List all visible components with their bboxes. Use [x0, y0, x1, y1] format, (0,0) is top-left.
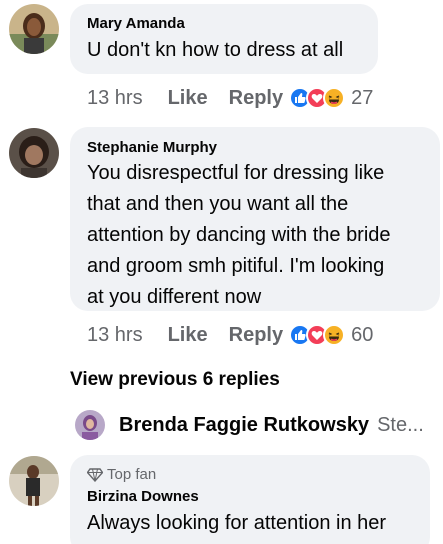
comment-actions: 13 hrs Like Reply 60 — [87, 323, 373, 347]
comment-text: Always looking for attention in her — [87, 512, 387, 534]
comment-timestamp[interactable]: 13 hrs — [87, 324, 143, 347]
reactions-summary[interactable] — [289, 87, 346, 109]
comment-text-line: that and then you want all the — [87, 193, 349, 215]
comment-author[interactable]: Mary Amanda — [87, 15, 185, 32]
comment-text-line: You disrespectful for dressing like — [87, 162, 385, 184]
top-fan-label: Top fan — [107, 466, 157, 483]
reaction-count[interactable]: 60 — [351, 324, 373, 347]
haha-icon — [323, 324, 346, 346]
like-button[interactable]: Like — [168, 324, 208, 347]
avatar-stephanie-murphy[interactable] — [9, 128, 59, 178]
comment-text-line: attention by dancing with the bride — [87, 224, 391, 246]
comment-author[interactable]: Birzina Downes — [87, 488, 199, 505]
comment-timestamp[interactable]: 13 hrs — [87, 87, 143, 110]
comment-text-line: and groom smh pitiful. I'm looking — [87, 255, 385, 277]
avatar-brenda-rutkowsky[interactable] — [75, 410, 105, 440]
comment-text-line: at you different now — [87, 286, 262, 308]
reaction-count[interactable]: 27 — [351, 87, 373, 110]
reply-button[interactable]: Reply — [229, 87, 283, 110]
reply-preview-text: Ste... — [377, 413, 424, 436]
avatar-mary-amanda[interactable] — [9, 4, 59, 54]
like-button[interactable]: Like — [168, 87, 208, 110]
reactions-summary[interactable] — [289, 324, 346, 346]
reply-preview[interactable]: Brenda Faggie Rutkowsky Ste... — [75, 409, 424, 441]
comment-text: You disrespectful for dressing like that… — [87, 158, 391, 313]
comment-author[interactable]: Stephanie Murphy — [87, 139, 217, 156]
diamond-icon — [87, 467, 103, 482]
reply-author[interactable]: Brenda Faggie Rutkowsky — [119, 414, 369, 437]
comment-text: U don't kn how to dress at all — [87, 39, 344, 61]
avatar-birzina-downes[interactable] — [9, 456, 59, 506]
top-fan-badge: Top fan — [87, 466, 156, 483]
haha-icon — [323, 87, 346, 109]
reply-button[interactable]: Reply — [229, 324, 283, 347]
view-previous-replies-link[interactable]: View previous 6 replies — [70, 369, 280, 391]
comment-actions: 13 hrs Like Reply 27 — [87, 86, 373, 110]
